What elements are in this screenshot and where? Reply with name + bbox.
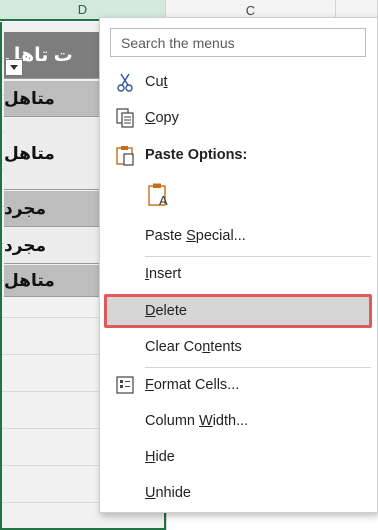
menu-item-delete[interactable]: Delete xyxy=(100,293,377,329)
menu-item-format-cells[interactable]: Format Cells... xyxy=(100,367,377,403)
menu-item-copy[interactable]: Copy xyxy=(100,100,377,136)
format-cells-icon xyxy=(116,376,134,394)
menu-item-label: Clear Contents xyxy=(145,339,242,355)
menu-search-input[interactable] xyxy=(110,28,366,57)
menu-item-label: Column Width... xyxy=(145,413,249,429)
menu-item-hide[interactable]: Hide xyxy=(100,439,377,475)
menu-item-clear-contents[interactable]: Clear Contents xyxy=(100,329,377,365)
menu-item-label: Paste Special... xyxy=(145,228,246,244)
menu-item-cut[interactable]: Cut xyxy=(100,64,377,100)
menu-item-label: Format Cells... xyxy=(145,377,240,393)
context-menu: Cut Copy Paste Options: A Paste Special.… xyxy=(99,17,378,513)
clipboard-icon xyxy=(116,146,134,166)
paste-options-header: Paste Options: xyxy=(100,139,377,171)
menu-item-unhide[interactable]: Unhide xyxy=(100,475,377,511)
filter-dropdown-icon[interactable] xyxy=(5,59,23,76)
menu-item-label: Delete xyxy=(145,303,187,319)
menu-item-label: Cut xyxy=(145,74,168,90)
svg-text:A: A xyxy=(159,193,168,208)
menu-item-label: Copy xyxy=(145,110,179,126)
menu-item-label: Hide xyxy=(145,449,175,465)
menu-item-paste-special[interactable]: Paste Special... xyxy=(100,218,377,254)
menu-item-label: Insert xyxy=(145,266,182,282)
scissors-icon xyxy=(117,73,133,92)
menu-item-column-width[interactable]: Column Width... xyxy=(100,403,377,439)
menu-item-insert[interactable]: Insert xyxy=(100,256,377,292)
paste-options-label: Paste Options: xyxy=(145,147,248,163)
menu-item-label: Unhide xyxy=(145,485,191,501)
paste-text-icon[interactable]: A xyxy=(147,182,173,208)
copy-icon xyxy=(116,108,134,128)
